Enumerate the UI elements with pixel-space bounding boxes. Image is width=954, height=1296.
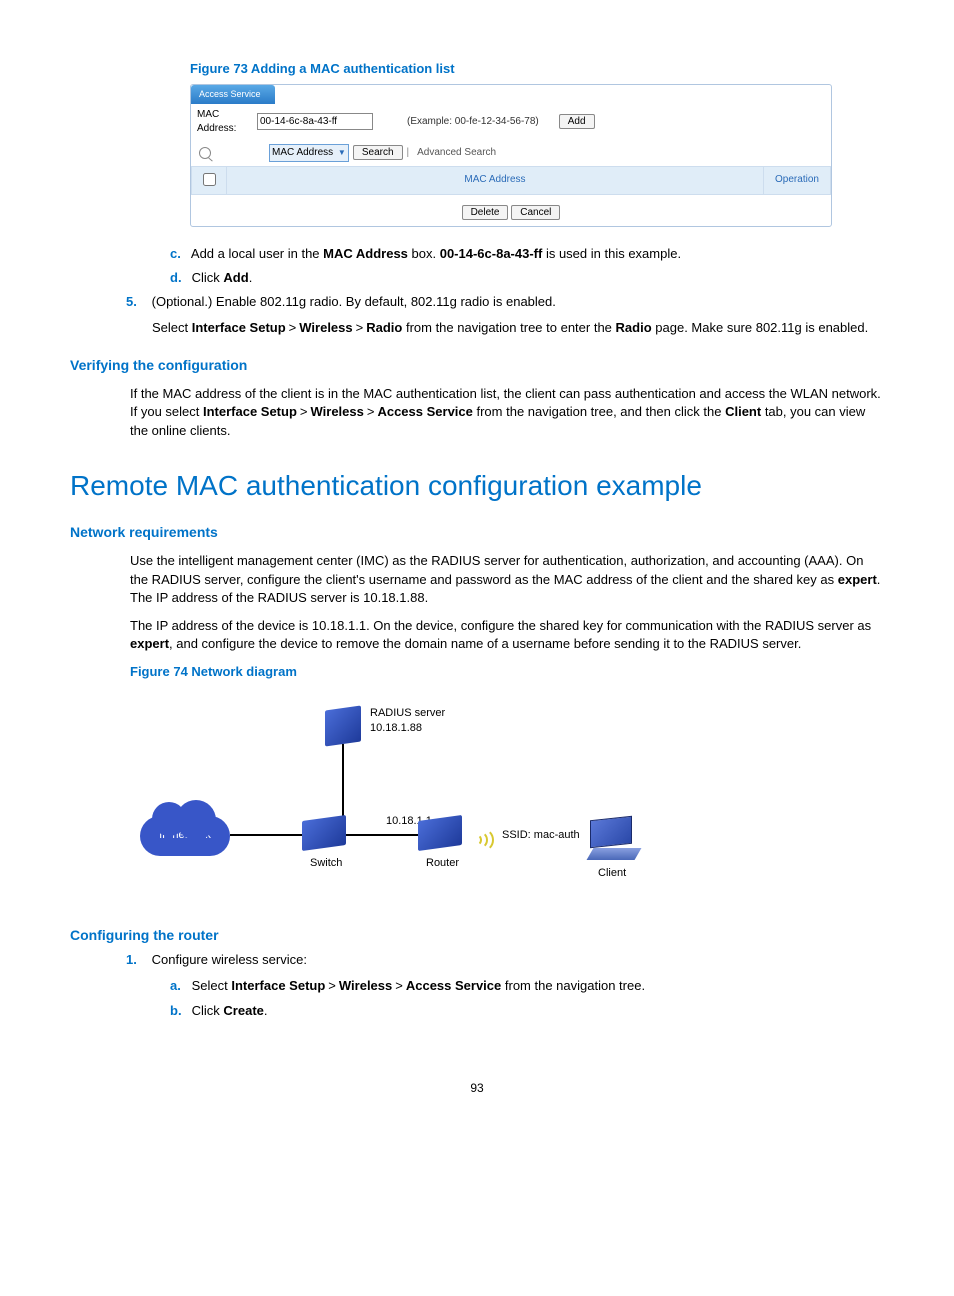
router-step-b: b. Click Create. bbox=[192, 1002, 884, 1020]
netreq-p1: Use the intelligent management center (I… bbox=[130, 552, 884, 607]
step5-b3: Radio bbox=[366, 320, 402, 335]
router-a-b2: Wireless bbox=[339, 978, 392, 993]
verifying-paragraph: If the MAC address of the client is in t… bbox=[130, 385, 884, 440]
verify-b2: Wireless bbox=[311, 404, 364, 419]
verify-b1: Interface Setup bbox=[203, 404, 297, 419]
ip-network-cloud: IP network bbox=[140, 816, 230, 856]
router-step1-text: Configure wireless service: bbox=[152, 952, 307, 967]
router-a-b1: Interface Setup bbox=[231, 978, 325, 993]
netreq-p2-pre: The IP address of the device is 10.18.1.… bbox=[130, 618, 871, 633]
fig73-panel: Access Service MAC Address: (Example: 00… bbox=[190, 84, 832, 227]
router-a-post: from the navigation tree. bbox=[501, 978, 645, 993]
mac-address-input[interactable] bbox=[257, 113, 373, 130]
step5-l2-mid: from the navigation tree to enter the bbox=[402, 320, 615, 335]
figure-74-title: Figure 74 Network diagram bbox=[130, 663, 884, 681]
operation-column-header: Operation bbox=[764, 166, 831, 194]
client-label: Client bbox=[598, 866, 626, 881]
delete-button[interactable]: Delete bbox=[462, 205, 509, 220]
step-d-bold: Add bbox=[223, 270, 248, 285]
figure-73-title: Figure 73 Adding a MAC authentication li… bbox=[190, 60, 884, 78]
ip-network-label: IP network bbox=[159, 828, 211, 843]
client-laptop-icon bbox=[590, 818, 638, 860]
step5-b2: Wireless bbox=[299, 320, 352, 335]
step5-l2-pre: Select bbox=[152, 320, 192, 335]
step-c-bold-1: MAC Address bbox=[323, 246, 408, 261]
mac-table: MAC Address Operation bbox=[191, 166, 831, 195]
select-all-checkbox[interactable] bbox=[203, 173, 216, 186]
router-b-pre: Click bbox=[192, 1003, 224, 1018]
router-icon bbox=[418, 815, 462, 851]
netreq-p2-post: , and configure the device to remove the… bbox=[169, 636, 801, 651]
network-req-heading: Network requirements bbox=[70, 523, 884, 543]
step-c: c. Add a local user in the MAC Address b… bbox=[192, 245, 884, 263]
verify-mid: from the navigation tree, and then click… bbox=[473, 404, 725, 419]
select-all-header[interactable] bbox=[192, 166, 227, 194]
router-b-bold: Create bbox=[223, 1003, 263, 1018]
router-a-b3: Access Service bbox=[406, 978, 501, 993]
switch-icon bbox=[302, 815, 346, 851]
radius-server-ip: 10.18.1.88 bbox=[370, 721, 422, 736]
router-b-post: . bbox=[264, 1003, 268, 1018]
router-a-pre: Select bbox=[192, 978, 232, 993]
cancel-button[interactable]: Cancel bbox=[511, 205, 560, 220]
step-d-text-2: . bbox=[249, 270, 253, 285]
step5-b4: Radio bbox=[616, 320, 652, 335]
netreq-p2-b: expert bbox=[130, 636, 169, 651]
step-5: 5. (Optional.) Enable 802.11g radio. By … bbox=[152, 293, 884, 337]
step-c-text-1: Add a local user in the bbox=[191, 246, 323, 261]
step-c-text-3: is used in this example. bbox=[542, 246, 681, 261]
radius-server-label: RADIUS server bbox=[370, 706, 445, 721]
search-icon bbox=[199, 147, 211, 159]
router-step-a: a. Select Interface Setup>Wireless>Acces… bbox=[192, 977, 884, 995]
chevron-down-icon: ▼ bbox=[338, 148, 346, 157]
netreq-p1-pre: Use the intelligent management center (I… bbox=[130, 553, 863, 586]
step5-l2-post: page. Make sure 802.11g is enabled. bbox=[652, 320, 869, 335]
step-c-bold-2: 00-14-6c-8a-43-ff bbox=[440, 246, 543, 261]
step-c-text-2: box. bbox=[408, 246, 440, 261]
verify-b4: Client bbox=[725, 404, 761, 419]
network-diagram: RADIUS server 10.18.1.88 IP network Swit… bbox=[130, 688, 650, 908]
step-d-text-1: Click bbox=[192, 270, 224, 285]
configuring-router-heading: Configuring the router bbox=[70, 926, 884, 946]
switch-label: Switch bbox=[310, 856, 342, 871]
mac-column-header: MAC Address bbox=[227, 166, 764, 194]
search-field-select[interactable]: MAC Address ▼ bbox=[269, 144, 349, 162]
router-label: Router bbox=[426, 856, 459, 871]
step5-b1: Interface Setup bbox=[192, 320, 286, 335]
panel-header: Access Service bbox=[191, 85, 275, 104]
section-title: Remote MAC authentication configuration … bbox=[70, 466, 884, 505]
step-d: d. Click Add. bbox=[192, 269, 884, 287]
router-step-1: 1. Configure wireless service: bbox=[152, 951, 884, 969]
netreq-p1-b: expert bbox=[838, 572, 877, 587]
search-button[interactable]: Search bbox=[353, 145, 403, 160]
step5-line1: (Optional.) Enable 802.11g radio. By def… bbox=[152, 294, 556, 309]
mac-address-label: MAC Address: bbox=[197, 108, 253, 136]
netreq-p2: The IP address of the device is 10.18.1.… bbox=[130, 617, 884, 653]
search-field-value: MAC Address bbox=[272, 147, 333, 158]
mac-example-text: (Example: 00-fe-12-34-56-78) bbox=[407, 115, 539, 129]
page-number: 93 bbox=[70, 1080, 884, 1097]
ssid-label: SSID: mac-auth bbox=[502, 828, 580, 843]
wifi-icon bbox=[470, 828, 500, 848]
verify-b3: Access Service bbox=[377, 404, 472, 419]
add-button[interactable]: Add bbox=[559, 114, 595, 129]
radius-server-icon bbox=[325, 705, 361, 746]
verifying-heading: Verifying the configuration bbox=[70, 356, 884, 376]
advanced-search-link[interactable]: Advanced Search bbox=[417, 146, 496, 160]
